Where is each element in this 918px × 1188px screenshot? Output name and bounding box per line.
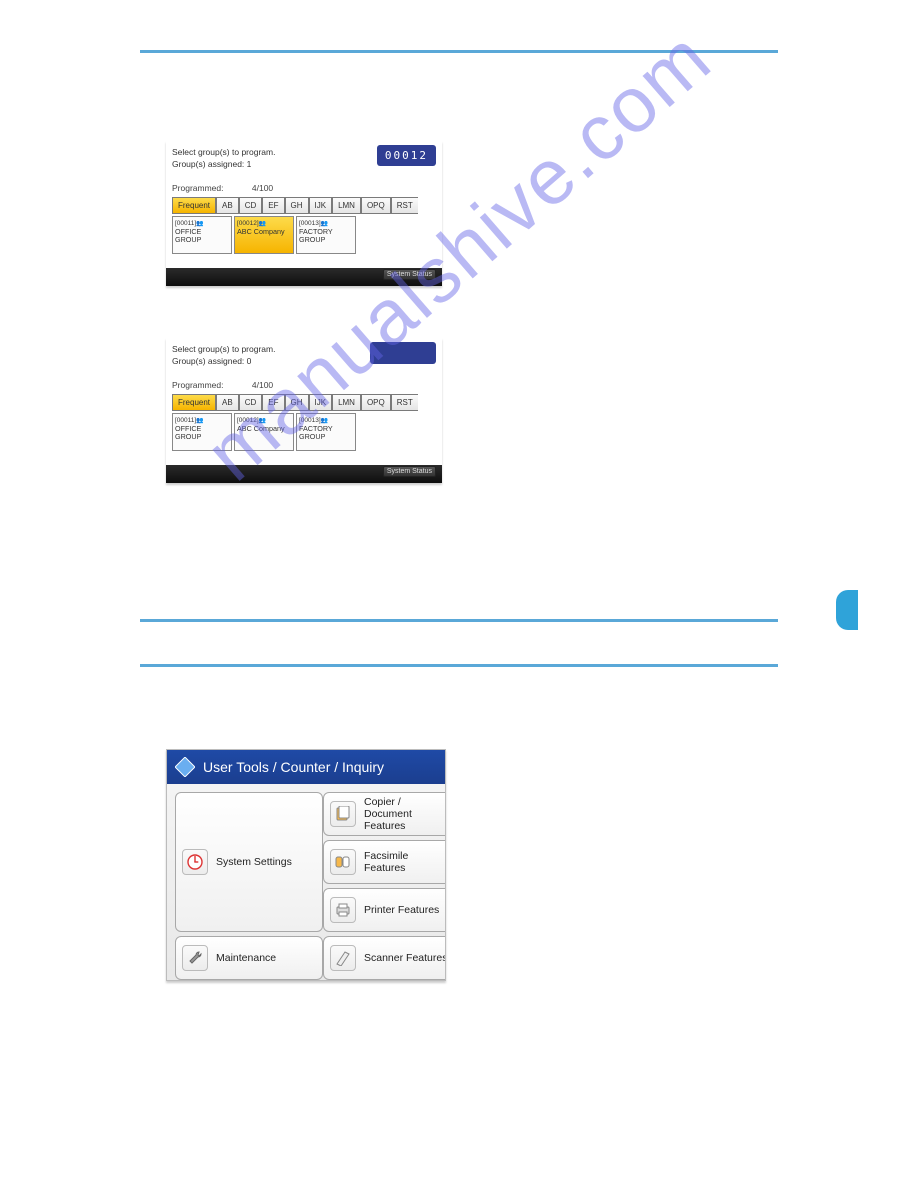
group-card[interactable]: [00012]👥 ABC Company [234,216,294,254]
group-label: FACTORY GROUP [299,425,353,442]
group-label: OFFICE GROUP [175,228,229,245]
group-card[interactable]: [00011]👥 OFFICE GROUP [172,413,232,451]
group-card[interactable]: [00011]👥 OFFICE GROUP [172,216,232,254]
section-rule-upper [140,619,778,622]
group-id: [00011] [175,220,196,227]
tab-ef[interactable]: EF [262,197,284,214]
tab-gh[interactable]: GH [285,197,309,214]
wrench-icon [182,945,208,971]
group-label: ABC Company [237,425,291,433]
group-card[interactable]: [00013]👥 FACTORY GROUP [296,216,356,254]
programmed-label: Programmed: [172,183,224,193]
scanner-features-button[interactable]: Scanner Features [323,936,446,980]
facsimile-features-button[interactable]: Facsimile Features [323,840,446,884]
group-label: ABC Company [237,228,291,236]
tab-ab[interactable]: AB [216,394,239,411]
settings-icon [182,849,208,875]
printer-icon [330,897,356,923]
programmed-value: 4/100 [252,380,273,390]
tab-lmn[interactable]: LMN [332,197,361,214]
user-tools-title: User Tools / Counter / Inquiry [203,759,384,775]
system-settings-label: System Settings [216,856,292,868]
tab-ef[interactable]: EF [262,394,284,411]
group-id: [00013] [299,417,321,424]
tab-frequent[interactable]: Frequent [172,197,216,214]
groups-assigned-value: 0 [247,356,252,366]
printer-features-button[interactable]: Printer Features [323,888,446,932]
tab-ijk[interactable]: IJK [309,197,333,214]
maintenance-button[interactable]: Maintenance [175,936,323,980]
counter-display: 00012 [377,145,436,166]
group-card[interactable]: [00013]👥 FACTORY GROUP [296,413,356,451]
copier-features-label: Copier / Document Features [364,796,446,832]
programmed-label: Programmed: [172,380,224,390]
group-program-panel-2: Select group(s) to program. Group(s) ass… [166,338,442,483]
group-card[interactable]: [00012]👥 ABC Company [234,413,294,451]
group-program-panel-1: 00012 Select group(s) to program. Group(… [166,141,442,286]
system-status-button[interactable]: System Status [383,269,436,280]
group-label: FACTORY GROUP [299,228,353,245]
tab-opq[interactable]: OPQ [361,197,391,214]
group-label: OFFICE GROUP [175,425,229,442]
section-rule-lower [140,664,778,667]
group-id: [00012] [237,220,259,227]
tab-cd[interactable]: CD [239,197,263,214]
tab-gh[interactable]: GH [285,394,309,411]
counter-display-blank [370,342,436,364]
user-tools-panel: User Tools / Counter / Inquiry System Se… [166,749,446,981]
facsimile-features-label: Facsimile Features [364,850,446,874]
alpha-tabs: Frequent AB CD EF GH IJK LMN OPQ RST [172,394,436,411]
system-settings-button[interactable]: System Settings [175,792,323,932]
tab-opq[interactable]: OPQ [361,394,391,411]
tab-ab[interactable]: AB [216,197,239,214]
copier-features-button[interactable]: Copier / Document Features [323,792,446,836]
group-id: [00013] [299,220,321,227]
groups-assigned-value: 1 [247,159,252,169]
user-tools-header: User Tools / Counter / Inquiry [167,750,445,784]
system-status-button[interactable]: System Status [383,466,436,477]
tab-rst[interactable]: RST [391,394,418,411]
maintenance-label: Maintenance [216,952,276,964]
tab-frequent[interactable]: Frequent [172,394,216,411]
copier-icon [330,801,356,827]
fax-icon [330,849,356,875]
scanner-icon [330,945,356,971]
alpha-tabs: Frequent AB CD EF GH IJK LMN OPQ RST [172,197,436,214]
groups-assigned-label: Group(s) assigned: [172,356,244,366]
printer-features-label: Printer Features [364,904,439,916]
group-id: [00011] [175,417,196,424]
group-id: [00012] [237,417,259,424]
tab-ijk[interactable]: IJK [309,394,333,411]
diamond-icon [175,757,195,777]
groups-assigned-label: Group(s) assigned: [172,159,244,169]
tab-cd[interactable]: CD [239,394,263,411]
scanner-features-label: Scanner Features [364,952,446,964]
top-rule [140,50,778,53]
programmed-value: 4/100 [252,183,273,193]
section-side-tab [836,590,858,630]
tab-lmn[interactable]: LMN [332,394,361,411]
tab-rst[interactable]: RST [391,197,418,214]
